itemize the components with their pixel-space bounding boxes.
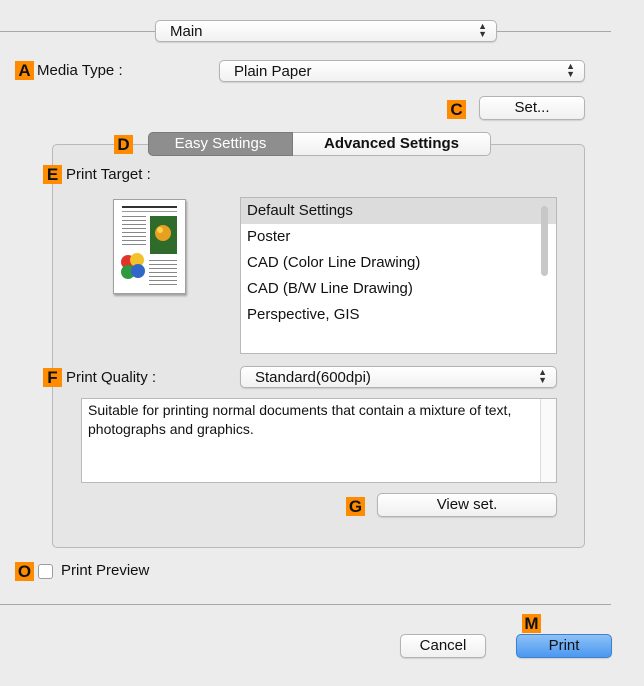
list-scrollbar-thumb[interactable] [541,206,548,276]
main-panel-popup[interactable]: Main ▲ ▼ [155,20,497,42]
view-set-button[interactable]: View set. [377,493,557,517]
print-quality-label: Print Quality : [66,369,157,386]
badge-a: A [15,61,34,80]
updown-arrows-icon: ▲ ▼ [478,21,487,39]
cancel-button[interactable]: Cancel [400,634,486,658]
badge-d: D [114,135,133,154]
list-item[interactable]: CAD (Color Line Drawing) [241,250,556,276]
list-item[interactable]: Poster [241,224,556,250]
bottom-separator [0,604,611,605]
list-item[interactable]: Perspective, GIS [241,302,556,328]
list-item[interactable]: CAD (B/W Line Drawing) [241,276,556,302]
print-target-label: Print Target : [66,166,151,183]
description-text: Suitable for printing normal documents t… [88,402,512,437]
print-preview-checkbox[interactable] [38,564,53,579]
set-button[interactable]: Set... [479,96,585,120]
print-quality-value: Standard(600dpi) [255,369,371,386]
media-type-popup[interactable]: Plain Paper ▲ ▼ [219,60,585,82]
main-panel-popup-value: Main [170,23,203,40]
print-quality-popup[interactable]: Standard(600dpi) ▲ ▼ [240,366,557,388]
tab-advanced-settings[interactable]: Advanced Settings [293,132,491,156]
document-thumbnail-icon [113,199,186,294]
list-item[interactable]: Default Settings [241,198,556,224]
print-preview-label[interactable]: Print Preview [61,562,149,579]
badge-o: O [15,562,34,581]
badge-f: F [43,368,62,387]
top-separator-left [0,31,155,32]
badge-c: C [447,100,466,119]
badge-g: G [346,497,365,516]
updown-arrows-icon: ▲ ▼ [566,61,575,79]
badge-e: E [43,165,62,184]
top-separator-right [497,31,611,32]
print-quality-description: Suitable for printing normal documents t… [81,398,557,483]
media-type-value: Plain Paper [234,63,312,80]
description-scrollbar-track [540,399,556,482]
updown-arrows-icon: ▲ ▼ [538,367,547,385]
print-target-list[interactable]: Default Settings Poster CAD (Color Line … [240,197,557,354]
tab-easy-settings[interactable]: Easy Settings [148,132,293,156]
print-button[interactable]: Print [516,634,612,658]
media-type-label: Media Type : [37,62,123,79]
badge-m: M [522,614,541,633]
